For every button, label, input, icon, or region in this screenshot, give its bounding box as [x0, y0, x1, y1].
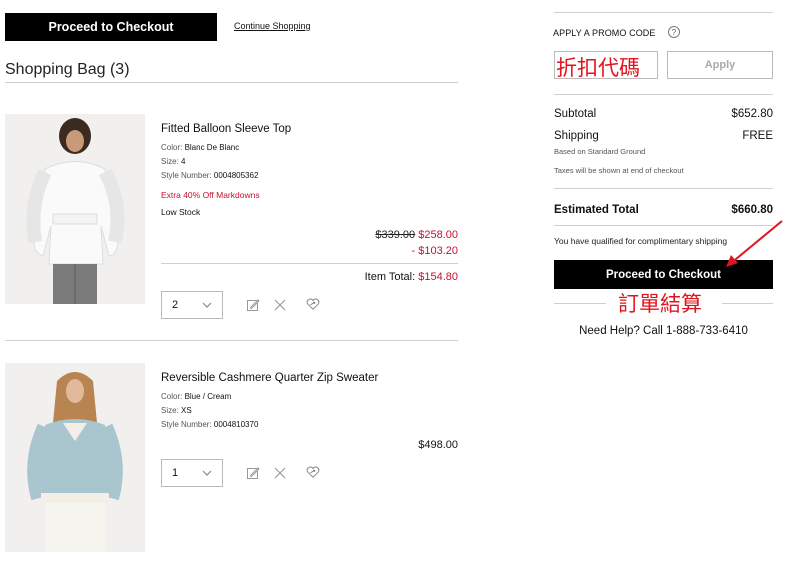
help-phone-text[interactable]: Need Help? Call 1-888-733-6410: [554, 325, 773, 337]
product-name[interactable]: Reversible Cashmere Quarter Zip Sweater: [161, 372, 378, 384]
move-to-wishlist-icon[interactable]: [306, 297, 320, 311]
remove-icon[interactable]: [273, 466, 287, 480]
apply-promo-button[interactable]: Apply: [667, 51, 773, 79]
product-color: Color: Blanc De Blanc: [161, 141, 239, 155]
color-value: Blanc De Blanc: [184, 143, 240, 152]
stock-status: Low Stock: [161, 207, 201, 217]
item-total-label: Item Total:: [364, 271, 419, 283]
promotion-text: Extra 40% Off Markdowns: [161, 190, 260, 200]
subtotal-value: $652.80: [731, 108, 773, 120]
product-style-number: Style Number: 0004810370: [161, 418, 258, 432]
divider: [554, 12, 773, 13]
continue-shopping-link[interactable]: Continue Shopping: [234, 21, 311, 31]
remove-icon[interactable]: [273, 298, 287, 312]
tax-note: Taxes will be shown at end of checkout: [554, 166, 684, 175]
annotation-promo-code: 折扣代碼: [556, 56, 640, 80]
item-total-value: $154.80: [418, 271, 458, 283]
divider: [554, 303, 606, 304]
estimated-total-label: Estimated Total: [554, 204, 639, 216]
color-label: Color:: [161, 392, 185, 401]
product-size: Size: 4: [161, 155, 185, 169]
size-value: 4: [181, 157, 186, 166]
product-size: Size: XS: [161, 404, 192, 418]
discount-amount: - $103.20: [411, 245, 458, 257]
style-value: 0004810370: [213, 420, 259, 429]
chevron-down-icon: [202, 302, 212, 308]
style-label: Style Number:: [161, 171, 214, 180]
divider: [5, 340, 458, 341]
item-price: $498.00: [418, 439, 458, 451]
divider: [554, 188, 773, 189]
divider: [161, 263, 458, 264]
color-value: Blue / Cream: [184, 392, 232, 401]
product-image-balloon-top[interactable]: [5, 114, 145, 304]
annotation-arrow-icon: [726, 220, 783, 267]
shipping-label: Shipping: [554, 130, 599, 142]
product-color: Color: Blue / Cream: [161, 390, 231, 404]
color-label: Color:: [161, 143, 185, 152]
quantity-select[interactable]: 2: [161, 291, 223, 319]
shipping-note: Based on Standard Ground: [554, 147, 646, 156]
promo-code-label: APPLY A PROMO CODE: [553, 28, 656, 38]
divider: [554, 94, 773, 95]
subtotal-label: Subtotal: [554, 108, 597, 120]
annotation-checkout: 訂單結算: [618, 292, 702, 316]
chevron-down-icon: [202, 470, 212, 476]
size-label: Size:: [161, 406, 182, 415]
move-to-wishlist-icon[interactable]: [306, 465, 320, 479]
divider: [5, 82, 458, 83]
price-row: $339.00 $258.00: [300, 229, 458, 241]
quantity-select[interactable]: 1: [161, 459, 223, 487]
sale-price: $258.00: [418, 229, 458, 241]
edit-icon[interactable]: [246, 466, 260, 480]
style-value: 0004805362: [213, 171, 259, 180]
page-title: Shopping Bag (3): [5, 61, 130, 78]
size-label: Size:: [161, 157, 182, 166]
complimentary-shipping-note: You have qualified for complimentary shi…: [554, 236, 728, 246]
edit-icon[interactable]: [246, 298, 260, 312]
divider: [722, 303, 773, 304]
quantity-value: 1: [172, 467, 179, 479]
proceed-to-checkout-top-button[interactable]: Proceed to Checkout: [5, 13, 217, 41]
size-value: XS: [181, 406, 192, 415]
product-style-number: Style Number: 0004805362: [161, 169, 258, 183]
product-name[interactable]: Fitted Balloon Sleeve Top: [161, 123, 291, 135]
quantity-value: 2: [172, 299, 179, 311]
item-total: Item Total: $154.80: [300, 271, 458, 283]
estimated-total-value: $660.80: [731, 204, 773, 216]
product-image-cashmere-sweater[interactable]: [5, 363, 145, 552]
style-label: Style Number:: [161, 420, 214, 429]
shipping-value: FREE: [742, 130, 773, 142]
help-icon[interactable]: ?: [668, 26, 680, 38]
original-price: $339.00: [375, 229, 416, 241]
